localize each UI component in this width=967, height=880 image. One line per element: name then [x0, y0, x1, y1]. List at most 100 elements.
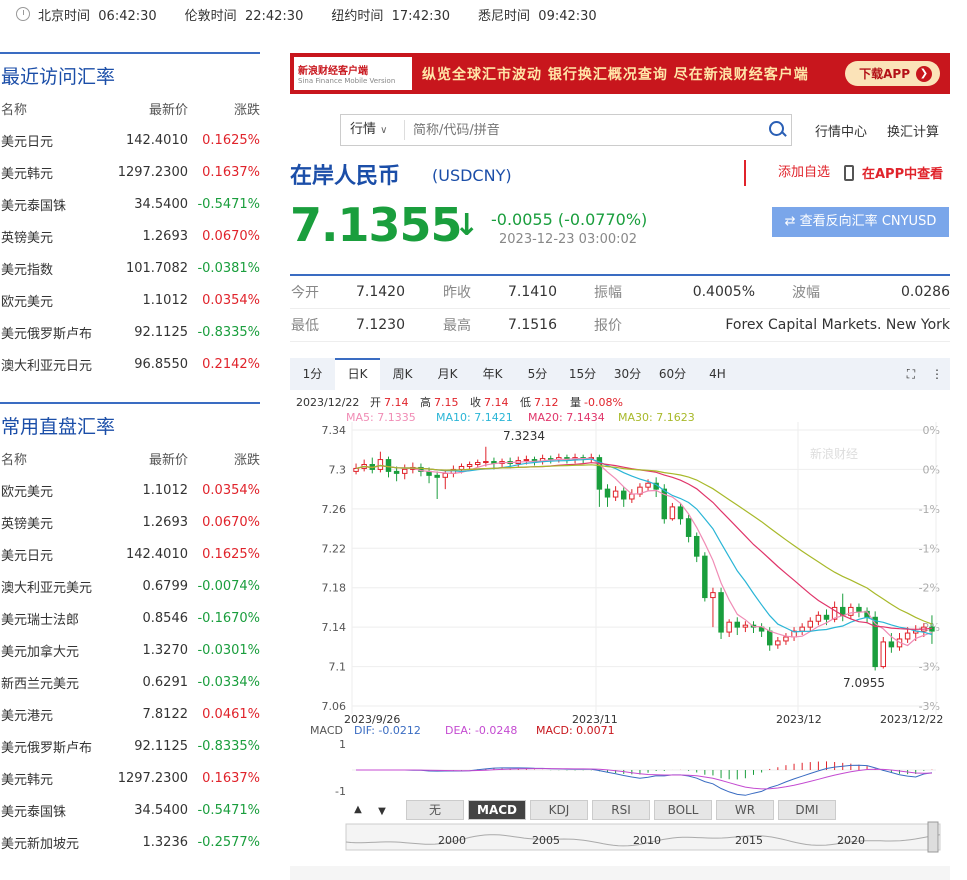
last-price: 34.5400	[134, 196, 188, 212]
dif-label: DIF: -0.0212	[354, 724, 421, 737]
recent-row[interactable]: 美元泰国铢 34.5400 -0.5471%	[0, 188, 260, 220]
indicator-tab[interactable]: BOLL	[654, 800, 712, 820]
macd-label: MACD	[310, 724, 343, 737]
pct-tick-label: -1%	[919, 542, 940, 555]
y-tick-label: 7.3	[329, 463, 347, 476]
exchange-calc-link[interactable]: 换汇计算	[887, 121, 939, 140]
ma30-label: MA30: 7.1623	[618, 411, 695, 424]
page-title: 在岸人民币	[290, 164, 401, 189]
ma20-label: MA20: 7.1434	[528, 411, 605, 424]
candle-body	[685, 518, 692, 537]
ohlc-label: 开	[370, 396, 381, 409]
direct-row[interactable]: 美元韩元 1297.2300 0.1637%	[0, 762, 260, 794]
recent-row[interactable]: 澳大利亚元日元 96.8550 0.2142%	[0, 348, 260, 380]
change-pct: 0.2142%	[202, 356, 260, 372]
candle-body	[710, 592, 716, 599]
ohlc-label: 量	[570, 396, 581, 409]
indicator-tab[interactable]: KDJ	[530, 800, 588, 820]
pct-tick-label: -3%	[919, 661, 940, 674]
last-price: 142.4010	[125, 132, 188, 148]
view-in-app-button[interactable]: 在APP中查看	[844, 163, 943, 182]
candle-body	[620, 490, 627, 500]
indicator-tab[interactable]: RSI	[592, 800, 650, 820]
direct-row[interactable]: 美元泰国铢 34.5400 -0.5471%	[0, 794, 260, 826]
recent-row[interactable]: 美元日元 142.4010 0.1625%	[0, 124, 260, 156]
candle-body	[434, 474, 440, 478]
candle-body	[783, 636, 789, 642]
last-price: 1.1012	[142, 482, 189, 498]
last-price: 96.8550	[134, 356, 188, 372]
indicator-tab[interactable]: 无	[406, 800, 464, 820]
direct-row[interactable]: 美元新加坡元 1.3236 -0.2577%	[0, 826, 260, 858]
watermark: 新浪财经	[810, 446, 858, 461]
candle-body	[393, 470, 400, 474]
candle-body	[353, 467, 359, 472]
change-pct: 0.1625%	[202, 132, 260, 148]
app-promo-banner[interactable]: 新浪财经客户端 Sina Finance Mobile Version 纵览全球汇…	[290, 53, 950, 94]
x-tick-label: 2023/12	[776, 713, 822, 726]
direct-row[interactable]: 美元港元 7.8122 0.0461%	[0, 698, 260, 730]
reverse-rate-button[interactable]: ⇄ 查看反向汇率 CNYUSD	[772, 207, 949, 237]
pair-name: 美元加拿大元	[1, 644, 80, 660]
search-type-select[interactable]: 行情 ∨	[341, 120, 405, 140]
chevron-down-icon: ∨	[380, 125, 388, 136]
pair-name: 新西兰元美元	[1, 676, 80, 692]
indicator-tab[interactable]: WR	[716, 800, 774, 820]
direct-row[interactable]: 新西兰元美元 0.6291 -0.0334%	[0, 666, 260, 698]
candle-body	[718, 592, 724, 633]
direct-row[interactable]: 美元俄罗斯卢布 92.1125 -0.8335%	[0, 730, 260, 762]
ohlc-value: 7.14	[484, 396, 509, 409]
bottom-strip	[290, 866, 950, 880]
direct-row[interactable]: 英镑美元 1.2693 0.0670%	[0, 506, 260, 538]
direct-row[interactable]: 美元日元 142.4010 0.1625%	[0, 538, 260, 570]
recent-row[interactable]: 美元俄罗斯卢布 92.1125 -0.8335%	[0, 316, 260, 348]
change-pct: -0.8335%	[197, 324, 260, 340]
ohlc-value: 7.12	[534, 396, 559, 409]
last-price: 34.5400	[134, 802, 188, 818]
recent-row[interactable]: 美元指数 101.7082 -0.0381%	[0, 252, 260, 284]
search-icon[interactable]	[763, 116, 791, 144]
direct-row[interactable]: 欧元美元 1.1012 0.0354%	[0, 474, 260, 506]
pair-name: 欧元美元	[1, 294, 54, 310]
last-price: 92.1125	[134, 324, 188, 340]
overview-year-label: 2005	[532, 834, 560, 847]
pair-name: 澳大利亚元美元	[1, 580, 93, 596]
recent-row[interactable]: 美元韩元 1297.2300 0.1637%	[0, 156, 260, 188]
direct-row[interactable]: 美元瑞士法郎 0.8546 -0.1670%	[0, 602, 260, 634]
recent-row[interactable]: 欧元美元 1.1012 0.0354%	[0, 284, 260, 316]
change-pct: -0.5471%	[197, 802, 260, 818]
indicator-tab[interactable]: MACD	[468, 800, 526, 820]
direct-row[interactable]: 澳大利亚元美元 0.6799 -0.0074%	[0, 570, 260, 602]
y-tick-label: 7.26	[322, 503, 347, 516]
add-favorite-button[interactable]: 添加自选	[744, 160, 840, 186]
change-pct: 0.0670%	[202, 514, 260, 530]
pair-name: 美元韩元	[1, 166, 54, 182]
last-price: 1.3236	[142, 834, 189, 850]
direct-row[interactable]: 美元加拿大元 1.3270 -0.0301%	[0, 634, 260, 666]
change-pct: -0.0301%	[197, 642, 260, 658]
search-input[interactable]	[405, 122, 763, 138]
candle-body	[766, 630, 773, 646]
pct-tick-label: 0%	[923, 424, 940, 437]
overview-year-label: 2000	[438, 834, 466, 847]
recent-row[interactable]: 英镑美元 1.2693 0.0670%	[0, 220, 260, 252]
last-price: 0.6799	[142, 578, 189, 594]
last-price: 1.2693	[142, 514, 189, 530]
down-arrow-icon: ↓	[454, 208, 480, 243]
candle-body	[677, 506, 684, 520]
indicator-tab[interactable]: DMI	[778, 800, 836, 820]
candle-body	[401, 468, 408, 474]
direct-panel: 常用直盘汇率 名称 最新价 涨跌 欧元美元 1.1012 0.0354% 英镑美元 1.…	[0, 402, 260, 858]
candle-body	[669, 506, 676, 520]
chevron-right-icon: ❯	[916, 65, 932, 82]
change-pct: -0.5471%	[197, 196, 260, 212]
nav-up-button[interactable]: ▲	[348, 800, 368, 820]
last-price: 1297.2300	[117, 164, 188, 180]
open-value: 7.1420	[356, 284, 405, 300]
left-sidebar: 最近访问汇率 名称 最新价 涨跌 美元日元 142.4010 0.1625% 美元韩元…	[0, 52, 260, 858]
candle-body	[645, 482, 651, 488]
candle-body	[856, 606, 862, 612]
market-center-link[interactable]: 行情中心	[815, 121, 867, 140]
ohlc-label: 高	[420, 395, 431, 409]
download-app-button[interactable]: 下载APP ❯	[845, 61, 940, 86]
